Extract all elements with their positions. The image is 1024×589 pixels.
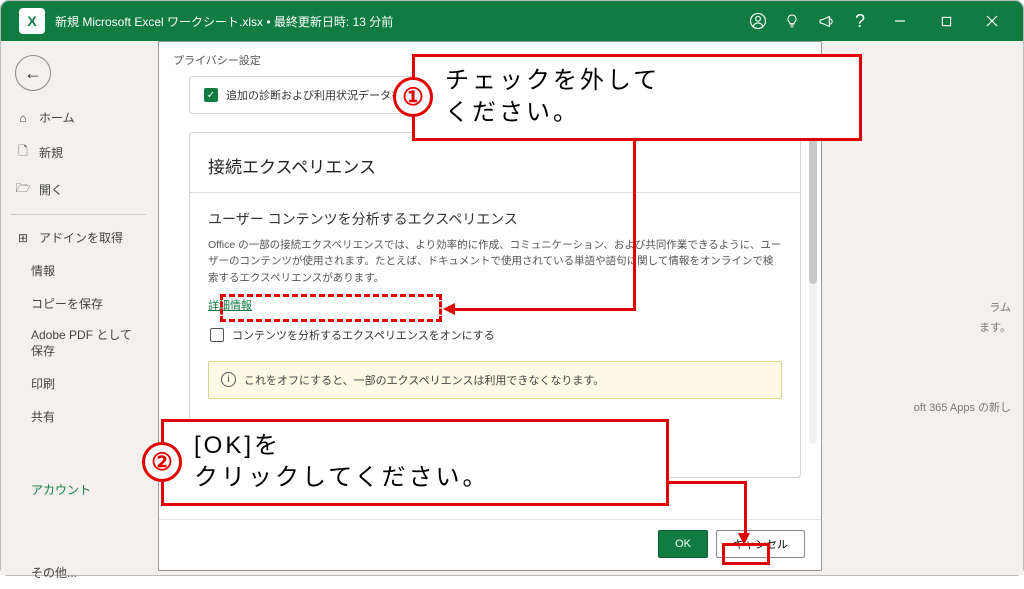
callout-1-text: チェックを外して ください。 xyxy=(445,65,660,130)
sidebar-account[interactable]: アカウント xyxy=(1,473,156,506)
bg-text: ラム xyxy=(989,299,1011,315)
minimize-button[interactable] xyxy=(877,4,923,38)
checkbox-checked-icon[interactable]: ✓ xyxy=(204,88,218,102)
close-button[interactable] xyxy=(969,4,1015,38)
arrow-1-h xyxy=(453,308,636,311)
analyze-content-checkbox[interactable] xyxy=(210,328,224,342)
megaphone-icon[interactable] xyxy=(809,4,843,38)
subsection-heading: ユーザー コンテンツを分析するエクスペリエンス xyxy=(208,209,782,229)
sidebar-open[interactable]: 🗁開く xyxy=(1,171,156,208)
file-name: 新規 Microsoft Excel ワークシート.xlsx • 最終更新日時:… xyxy=(55,13,393,30)
callout-2-text: [OK]を クリックしてください。 xyxy=(194,430,490,495)
cancel-button[interactable]: キャンセル xyxy=(716,530,805,558)
section-heading: 接続エクスペリエンス xyxy=(208,153,782,178)
ok-button[interactable]: OK xyxy=(658,530,708,558)
sidebar-other[interactable]: その他... xyxy=(1,556,156,589)
arrow-2-v xyxy=(744,481,747,535)
sidebar-new[interactable]: 🗋新規 xyxy=(1,134,156,171)
info-note: i これをオフにすると、一部のエクスペリエンスは利用できなくなります。 xyxy=(208,361,782,399)
lightbulb-icon[interactable] xyxy=(775,4,809,38)
diagnostic-label: 追加の診断および利用状況データを xyxy=(226,87,402,103)
new-icon: 🗋 xyxy=(15,142,31,163)
sidebar-share[interactable]: 共有 xyxy=(1,400,156,433)
excel-app-icon: X xyxy=(19,8,45,34)
bg-text: oft 365 Apps の新し xyxy=(914,399,1011,415)
arrow-1-head xyxy=(443,303,455,315)
sidebar-home[interactable]: ⌂ホーム xyxy=(1,101,156,134)
callout-1: ① チェックを外して ください。 xyxy=(412,54,862,141)
sidebar-adobe-pdf[interactable]: Adobe PDF として保存 xyxy=(1,320,156,367)
callout-2-number: ② xyxy=(142,442,182,482)
arrow-1-v xyxy=(633,136,636,308)
account-icon[interactable] xyxy=(741,4,775,38)
arrow-2-h xyxy=(669,481,747,484)
title-bar: X 新規 Microsoft Excel ワークシート.xlsx • 最終更新日… xyxy=(1,1,1023,41)
help-icon[interactable]: ? xyxy=(843,4,877,38)
home-icon: ⌂ xyxy=(15,111,31,125)
bg-text: ます。 xyxy=(979,319,1011,335)
open-icon: 🗁 xyxy=(15,179,31,200)
callout-2: ② [OK]を クリックしてください。 xyxy=(161,419,669,506)
callout-1-number: ① xyxy=(393,77,433,117)
back-button[interactable]: ← xyxy=(15,55,51,91)
addins-icon: ⊞ xyxy=(15,231,31,245)
arrow-2-head xyxy=(738,533,750,545)
sidebar-print[interactable]: 印刷 xyxy=(1,367,156,400)
subsection-desc: Office の一部の接続エクスペリエンスでは、より効率的に作成、コミュニケーシ… xyxy=(208,237,782,286)
maximize-button[interactable] xyxy=(923,4,969,38)
backstage-sidebar: ← ⌂ホーム 🗋新規 🗁開く ⊞アドインを取得 情報 コピーを保存 Adobe … xyxy=(1,41,156,575)
analyze-content-label: コンテンツを分析するエクスペリエンスをオンにする xyxy=(232,327,495,343)
sidebar-addins[interactable]: ⊞アドインを取得 xyxy=(1,221,156,254)
sidebar-info[interactable]: 情報 xyxy=(1,254,156,287)
more-info-link[interactable]: 詳細情報 xyxy=(208,297,252,313)
sidebar-save-copy[interactable]: コピーを保存 xyxy=(1,287,156,320)
info-icon: i xyxy=(221,372,236,387)
